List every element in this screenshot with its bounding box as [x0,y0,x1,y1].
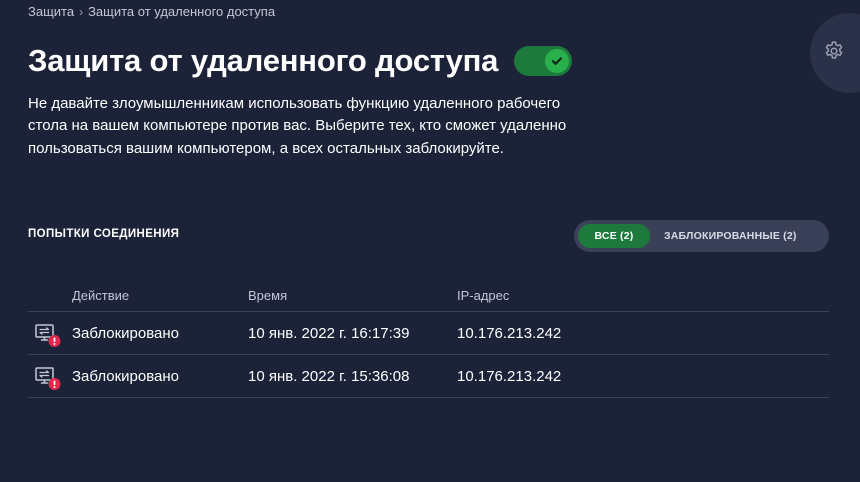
row-action: Заблокировано [72,367,179,385]
row-ip: 10.176.213.242 [457,367,562,385]
filter-blocked-button[interactable]: ЗАБЛОКИРОВАННЫЕ (2) [650,224,811,248]
breadcrumb-current: Защита от удаленного доступа [88,4,276,19]
table-row[interactable]: Заблокировано 10 янв. 2022 г. 16:17:39 1… [28,312,829,355]
gear-icon [825,41,843,59]
remote-desktop-blocked-icon [35,367,61,390]
check-icon [552,57,563,65]
column-header-action[interactable]: Действие [72,288,248,303]
remote-desktop-blocked-icon [35,324,61,347]
row-time: 10 янв. 2022 г. 16:17:39 [248,324,410,342]
table-row[interactable]: Заблокировано 10 янв. 2022 г. 15:36:08 1… [28,355,829,398]
table-header-icon-cell [28,279,72,311]
title-row: Защита от удаленного доступа [28,43,573,79]
column-header-ip[interactable]: IP-адрес [457,288,829,303]
row-time: 10 янв. 2022 г. 15:36:08 [248,367,410,385]
settings-button[interactable] [810,13,860,93]
connection-attempts-table: Действие Время IP-адрес Заблокировано 10… [28,279,829,398]
page-description: Не давайте злоумышленникам использовать … [28,95,567,157]
page-title: Защита от удаленного доступа [28,43,499,78]
filter-segmented-control: ВСЕ (2) ЗАБЛОКИРОВАННЫЕ (2) [574,220,829,252]
toggle-knob [545,49,570,73]
breadcrumb: Защита › Защита от удаленного доступа [28,4,275,19]
filter-all-button[interactable]: ВСЕ (2) [578,224,650,248]
row-ip: 10.176.213.242 [457,324,562,342]
column-header-time[interactable]: Время [248,288,457,303]
table-header: Действие Время IP-адрес [28,279,829,312]
breadcrumb-separator: › [79,4,84,19]
section-label-connection-attempts: ПОПЫТКИ СОЕДИНЕНИЯ [28,228,180,240]
row-icon-cell [28,312,72,354]
row-action: Заблокировано [72,324,179,342]
breadcrumb-link-protection[interactable]: Защита [28,4,74,19]
protection-toggle[interactable] [514,46,573,76]
row-icon-cell [28,355,72,397]
